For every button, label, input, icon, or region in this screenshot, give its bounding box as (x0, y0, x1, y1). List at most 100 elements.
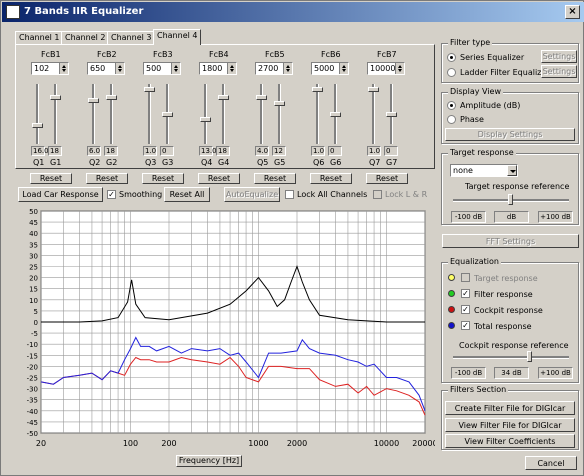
spinner-arrows-icon[interactable] (283, 63, 292, 74)
bands-container: FcB1 102 16.0 18 Q1 G1 Reset FcB2 650 6.0 18 Q2 G2 Re… (15, 44, 435, 184)
reset-band-button[interactable]: Reset (86, 173, 128, 184)
series-settings-button[interactable]: Settings (541, 50, 577, 63)
fc-label: FcB7 (377, 50, 397, 59)
fc-spinner[interactable]: 650 (87, 62, 125, 75)
y-tick-label: 0 (34, 319, 38, 327)
fc-spinner[interactable]: 1800 (199, 62, 237, 75)
cockpit-slider-thumb[interactable] (526, 351, 532, 362)
amplitude-radio[interactable] (447, 101, 456, 110)
tab-channel-4[interactable]: Channel 4 (153, 29, 202, 45)
fc-spinner[interactable]: 102 (31, 62, 69, 75)
smoothing-checkbox[interactable]: ✓ (107, 190, 116, 199)
tab-channel-3[interactable]: Channel 3 (107, 31, 156, 44)
equalization-item-label: Total response (474, 322, 532, 331)
band-column-4: FcB4 1800 13.0 18 Q4 G4 Reset (195, 44, 247, 184)
q-slider-thumb[interactable] (200, 117, 211, 122)
g-slider-thumb[interactable] (330, 111, 341, 117)
tab-channel-1[interactable]: Channel 1 (15, 31, 64, 44)
g-slider-thumb[interactable] (162, 111, 173, 117)
fft-settings-button[interactable]: FFT Settings (442, 234, 579, 248)
lock-lr-checkbox[interactable] (373, 190, 382, 199)
spinner-arrows-icon[interactable] (115, 63, 124, 74)
load-car-response-button[interactable]: Load Car Response (18, 187, 103, 202)
x-tick-label: 10000 (374, 439, 399, 448)
y-tick-label: 15 (29, 286, 38, 294)
g-slider-thumb[interactable] (386, 111, 397, 117)
g-slider-thumb[interactable] (50, 95, 61, 100)
y-tick-label: -50 (27, 430, 38, 438)
y-tick-label: -45 (27, 419, 38, 427)
reset-band-button[interactable]: Reset (366, 173, 408, 184)
reset-all-button[interactable]: Reset All (164, 187, 210, 202)
equalization-checkbox[interactable]: ✓ (461, 321, 470, 330)
reset-band-button[interactable]: Reset (198, 173, 240, 184)
reset-band-button[interactable]: Reset (142, 173, 184, 184)
app-icon (6, 5, 20, 19)
equalization-checkbox[interactable]: ✓ (461, 305, 470, 314)
x-tick-label: 100 (123, 439, 138, 448)
reset-band-button[interactable]: Reset (310, 173, 352, 184)
g-slider-thumb[interactable] (274, 100, 285, 106)
fc-spinner[interactable]: 10000 (367, 62, 405, 75)
q-slider-track[interactable] (372, 84, 375, 144)
reset-band-button[interactable]: Reset (30, 173, 72, 184)
band-column-6: FcB6 5000 1.0 0 Q6 G6 Reset (307, 44, 359, 184)
fc-label: FcB4 (209, 50, 229, 59)
q-slider-track[interactable] (148, 84, 151, 144)
q-slider-thumb[interactable] (256, 95, 267, 100)
y-tick-label: 35 (29, 241, 38, 249)
y-tick-label: 40 (29, 230, 38, 238)
ladder-settings-button[interactable]: Settings (541, 65, 577, 78)
fc-spinner[interactable]: 2700 (255, 62, 293, 75)
fc-value: 500 (146, 64, 162, 73)
spinner-arrows-icon[interactable] (171, 63, 180, 74)
q-slider-thumb[interactable] (88, 97, 99, 103)
band-column-5: FcB5 2700 4.0 12 Q5 G5 Reset (251, 44, 303, 184)
spinner-arrows-icon[interactable] (339, 63, 348, 74)
g-slider-thumb[interactable] (218, 95, 229, 100)
spinner-arrows-icon[interactable] (59, 63, 68, 74)
close-button[interactable]: × (565, 5, 580, 19)
auto-equalize-button[interactable]: AutoEqualize (224, 187, 280, 202)
cancel-button[interactable]: Cancel (525, 456, 577, 470)
q-label: Q5 (257, 158, 269, 167)
q-slider-thumb[interactable] (144, 86, 155, 92)
q-slider-track[interactable] (316, 84, 319, 144)
spinner-arrows-icon[interactable] (227, 63, 236, 74)
g-slider-track[interactable] (54, 84, 57, 144)
target-slider-thumb[interactable] (508, 194, 513, 205)
view-filter-file-button[interactable]: View Filter File for DIGIcar (445, 418, 575, 432)
ladder-equalizer-radio[interactable] (447, 68, 456, 77)
q-slider-thumb[interactable] (312, 86, 323, 92)
q-slider-track[interactable] (36, 84, 39, 144)
series-color-dot-icon (448, 306, 455, 313)
g-slider-thumb[interactable] (106, 95, 117, 100)
band-column-7: FcB7 10000 1.0 0 Q7 G7 Reset (363, 44, 415, 184)
cockpit-reference-slider[interactable] (453, 356, 569, 359)
series-equalizer-radio[interactable] (447, 53, 456, 62)
g-label: G1 (50, 158, 62, 167)
phase-radio[interactable] (447, 115, 456, 124)
q-slider-track[interactable] (204, 84, 207, 144)
spinner-arrows-icon[interactable] (395, 63, 404, 74)
view-filter-coefficients-button[interactable]: View Filter Coefficients (445, 434, 575, 448)
q-slider-track[interactable] (92, 84, 95, 144)
display-settings-button[interactable]: Display Settings (445, 128, 575, 141)
fc-spinner[interactable]: 5000 (311, 62, 349, 75)
equalization-checkbox[interactable] (461, 273, 470, 282)
q-slider-thumb[interactable] (32, 122, 43, 128)
tab-channel-2[interactable]: Channel 2 (61, 31, 110, 44)
fc-spinner[interactable]: 500 (143, 62, 181, 75)
g-slider-track[interactable] (278, 84, 281, 144)
reset-band-button[interactable]: Reset (254, 173, 296, 184)
lock-all-channels-checkbox[interactable] (285, 190, 294, 199)
g-slider-track[interactable] (222, 84, 225, 144)
equalization-checkbox[interactable]: ✓ (461, 289, 470, 298)
q-slider-thumb[interactable] (368, 86, 379, 92)
q-slider-track[interactable] (260, 84, 263, 144)
q-value: 1.0 (311, 146, 325, 156)
create-filter-file-button[interactable]: Create Filter File for DIGIcar (445, 401, 575, 415)
g-slider-track[interactable] (110, 84, 113, 144)
g-label: G7 (386, 158, 398, 167)
select-dropdown-icon[interactable] (507, 165, 517, 176)
